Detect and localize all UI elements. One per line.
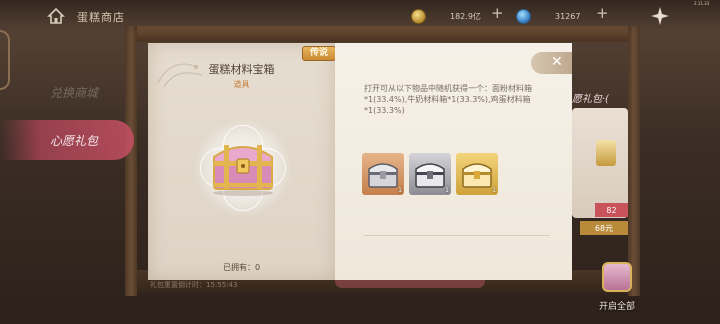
gem-icon (516, 8, 531, 24)
add-gold-button[interactable]: + (491, 4, 504, 22)
close-button[interactable]: ✕ (531, 52, 572, 74)
reset-timer: 礼包重置倒计时：15:55:43 (150, 281, 238, 289)
add-gem-button[interactable]: + (596, 4, 609, 22)
item-type: 道具 (233, 80, 250, 89)
close-icon: ✕ (551, 54, 563, 70)
owned-count: 已拥有：0 (222, 263, 261, 272)
item-detail-modal: 传说 蛋糕材料宝箱 道具 已拥有：0 ✕ 打开可从以下物品中随机获得一个：面粉材… (148, 43, 572, 280)
open-all-button[interactable]: 开启全部 (592, 262, 642, 320)
open-all-label: 开启全部 (598, 302, 635, 312)
item-name: 蛋糕材料宝箱 (208, 63, 275, 76)
bg-price-label: 68元 (580, 221, 628, 235)
bg-price-badge: 82 (595, 203, 628, 217)
top-bar: 蛋糕商店 182.9亿 + 31267 + 2.11.33 (0, 0, 720, 32)
home-icon[interactable] (46, 6, 66, 26)
bg-card-title: 愿礼包·( (572, 94, 610, 105)
reward-qty: 1 (398, 187, 402, 194)
chest-icon (602, 262, 632, 292)
tab-exchange-mall[interactable]: 兑换商城 (0, 72, 125, 112)
tab-wish-pack[interactable]: 心愿礼包 (0, 120, 134, 160)
shelf-pillar-right (628, 26, 640, 296)
reward-list: 1 1 1 (362, 153, 498, 195)
gold-coin-icon (411, 8, 426, 24)
gold-amount: 182.9亿 (450, 11, 481, 21)
rarity-badge: 传说 (302, 46, 336, 61)
cake-material-chest-icon (213, 145, 273, 196)
version-label: 2.11.33 (694, 1, 710, 6)
bg-pack-icon (596, 140, 616, 166)
reward-qty: 1 (492, 187, 496, 194)
reward-qty: 1 (445, 187, 449, 194)
sparkle-menu-icon[interactable] (650, 6, 670, 26)
copper-chest-reward[interactable]: 1 (362, 153, 404, 195)
silver-chest-reward[interactable]: 1 (409, 153, 451, 195)
shelf-pillar-left (125, 26, 137, 296)
item-preview-panel: 传说 蛋糕材料宝箱 道具 已拥有：0 (148, 43, 336, 280)
gold-chest-reward[interactable]: 1 (456, 153, 498, 195)
item-description: 打开可从以下物品中随机获得一个：面粉材料箱*1(33.4%),牛奶材料箱*1(3… (364, 84, 532, 115)
info-divider (364, 235, 550, 236)
gem-amount: 31267 (555, 11, 581, 21)
gem-currency: 31267 + (516, 4, 609, 24)
shop-title: 蛋糕商店 (77, 11, 125, 24)
gold-currency: 182.9亿 + (411, 4, 504, 24)
